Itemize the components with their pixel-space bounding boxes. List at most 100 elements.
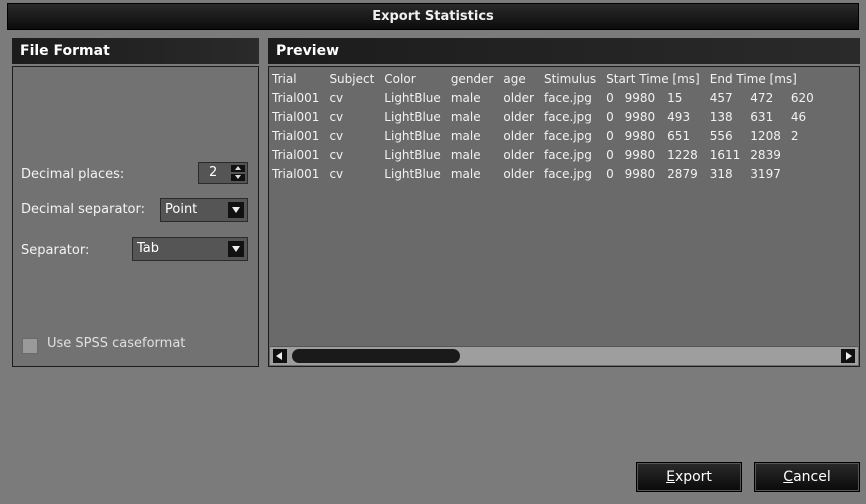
table-row: Trial001 cv LightBlue male older face.jpg 0 998… — [272, 107, 824, 126]
table-cell: 9980 — [624, 147, 656, 162]
separator-label: Separator: — [21, 243, 90, 258]
table-row: Trial001 cv LightBlue male older face.jpg 0 998… — [272, 126, 824, 145]
table-cell: 651 — [667, 128, 691, 143]
dialog-title: Export Statistics — [7, 3, 859, 30]
table-cell: Trial001 — [272, 147, 320, 162]
preview-panel: Trial Subject Color gender age Stimulus … — [268, 66, 860, 367]
table-cell: face.jpg — [543, 128, 592, 143]
table-cell: 0 — [606, 166, 614, 181]
table-cell: 556 — [709, 128, 733, 143]
table-cell: 631 — [750, 109, 774, 124]
table-cell: face.jpg — [543, 166, 592, 181]
column-header: Start Time [ms] — [606, 71, 700, 86]
table-cell: LightBlue — [384, 90, 441, 105]
table-cell: 1611 — [709, 147, 741, 162]
spss-caseformat-checkbox[interactable] — [22, 338, 38, 354]
export-label: xport — [674, 469, 712, 485]
decimal-places-value: 2 — [209, 165, 218, 180]
separator-select[interactable]: Tab — [132, 237, 248, 261]
column-header: Stimulus — [543, 71, 597, 86]
table-cell: 0 — [606, 147, 614, 162]
column-header: age — [503, 71, 526, 86]
scroll-right-icon[interactable] — [841, 349, 855, 363]
table-cell: 318 — [709, 166, 733, 181]
table-cell — [791, 145, 824, 164]
table-cell: older — [503, 128, 534, 143]
column-header: Color — [384, 71, 416, 86]
dropdown-arrow-icon[interactable] — [228, 202, 244, 218]
spss-caseformat-label: Use SPSS caseformat — [47, 336, 186, 351]
table-cell: 457 — [709, 90, 733, 105]
table-cell: 9980 — [624, 128, 656, 143]
table-cell: 2879 — [667, 166, 698, 181]
cancel-button[interactable]: Cancel — [754, 462, 860, 492]
column-header: End Time [ms] — [709, 71, 797, 86]
table-cell: older — [503, 147, 534, 162]
table-cell: male — [450, 109, 481, 124]
horizontal-scrollbar[interactable] — [270, 346, 858, 365]
table-cell: Trial001 — [272, 109, 320, 124]
preview-header-row: Trial Subject Color gender age Stimulus … — [272, 69, 824, 88]
table-cell: 9980 — [624, 109, 656, 124]
table-cell: cv — [329, 166, 344, 181]
spin-up-icon[interactable] — [231, 165, 245, 172]
table-cell: 0 — [606, 128, 614, 143]
preview-header: Preview — [268, 38, 860, 64]
dropdown-arrow-icon[interactable] — [228, 241, 244, 257]
table-cell: 493 — [667, 109, 691, 124]
decimal-places-label: Decimal places: — [21, 167, 125, 182]
table-cell: LightBlue — [384, 147, 441, 162]
table-row: Trial001 cv LightBlue male older face.jpg 0 998… — [272, 164, 824, 183]
table-cell: 1208 — [750, 128, 781, 143]
table-cell: Trial001 — [272, 166, 320, 181]
table-cell: 3197 — [750, 166, 781, 181]
decimal-separator-label: Decimal separator: — [21, 202, 145, 217]
table-cell: 0 — [606, 90, 614, 105]
table-cell: male — [450, 166, 481, 181]
export-mnemonic: E — [666, 469, 675, 485]
table-cell: Trial001 — [272, 128, 320, 143]
table-cell: cv — [329, 90, 344, 105]
table-cell: older — [503, 166, 534, 181]
column-header: gender — [450, 71, 494, 86]
table-cell: male — [450, 90, 481, 105]
table-cell: 9980 — [624, 90, 656, 105]
table-cell: LightBlue — [384, 166, 441, 181]
table-cell: LightBlue — [384, 109, 441, 124]
table-cell: 2839 — [750, 147, 781, 162]
table-cell: 15 — [667, 90, 683, 105]
table-cell: 620 — [790, 90, 814, 105]
cancel-mnemonic: C — [783, 469, 794, 485]
table-cell: cv — [329, 109, 344, 124]
table-cell: male — [450, 147, 481, 162]
scroll-left-icon[interactable] — [273, 349, 287, 363]
table-cell: 0 — [606, 109, 614, 124]
scrollbar-thumb[interactable] — [292, 349, 460, 363]
column-header: Subject — [329, 71, 375, 86]
table-cell: male — [450, 128, 481, 143]
table-cell: older — [503, 109, 534, 124]
table-cell: 138 — [709, 109, 733, 124]
table-cell: 46 — [790, 109, 807, 124]
table-cell: 472 — [750, 90, 774, 105]
table-cell: cv — [329, 147, 344, 162]
decimal-separator-select[interactable]: Point — [160, 198, 248, 222]
column-header: Trial — [272, 71, 297, 86]
cancel-label: ancel — [793, 469, 831, 485]
table-cell: 1228 — [667, 147, 698, 162]
preview-table: Trial Subject Color gender age Stimulus … — [272, 69, 824, 183]
table-cell: Trial001 — [272, 90, 320, 105]
table-cell: face.jpg — [543, 109, 592, 124]
export-statistics-dialog: Export Statistics File Format Preview De… — [0, 0, 866, 504]
decimal-places-spinner[interactable]: 2 — [198, 162, 248, 184]
table-cell: 2 — [790, 128, 799, 143]
decimal-separator-value: Point — [165, 202, 198, 217]
table-cell: older — [503, 90, 534, 105]
table-cell: 9980 — [624, 166, 656, 181]
export-button[interactable]: Export — [636, 462, 742, 492]
file-format-header: File Format — [12, 38, 259, 64]
table-row: Trial001 cv LightBlue male older face.jpg 0 998… — [272, 145, 824, 164]
separator-value: Tab — [137, 241, 160, 256]
spin-down-icon[interactable] — [231, 174, 245, 181]
table-cell: cv — [329, 128, 344, 143]
